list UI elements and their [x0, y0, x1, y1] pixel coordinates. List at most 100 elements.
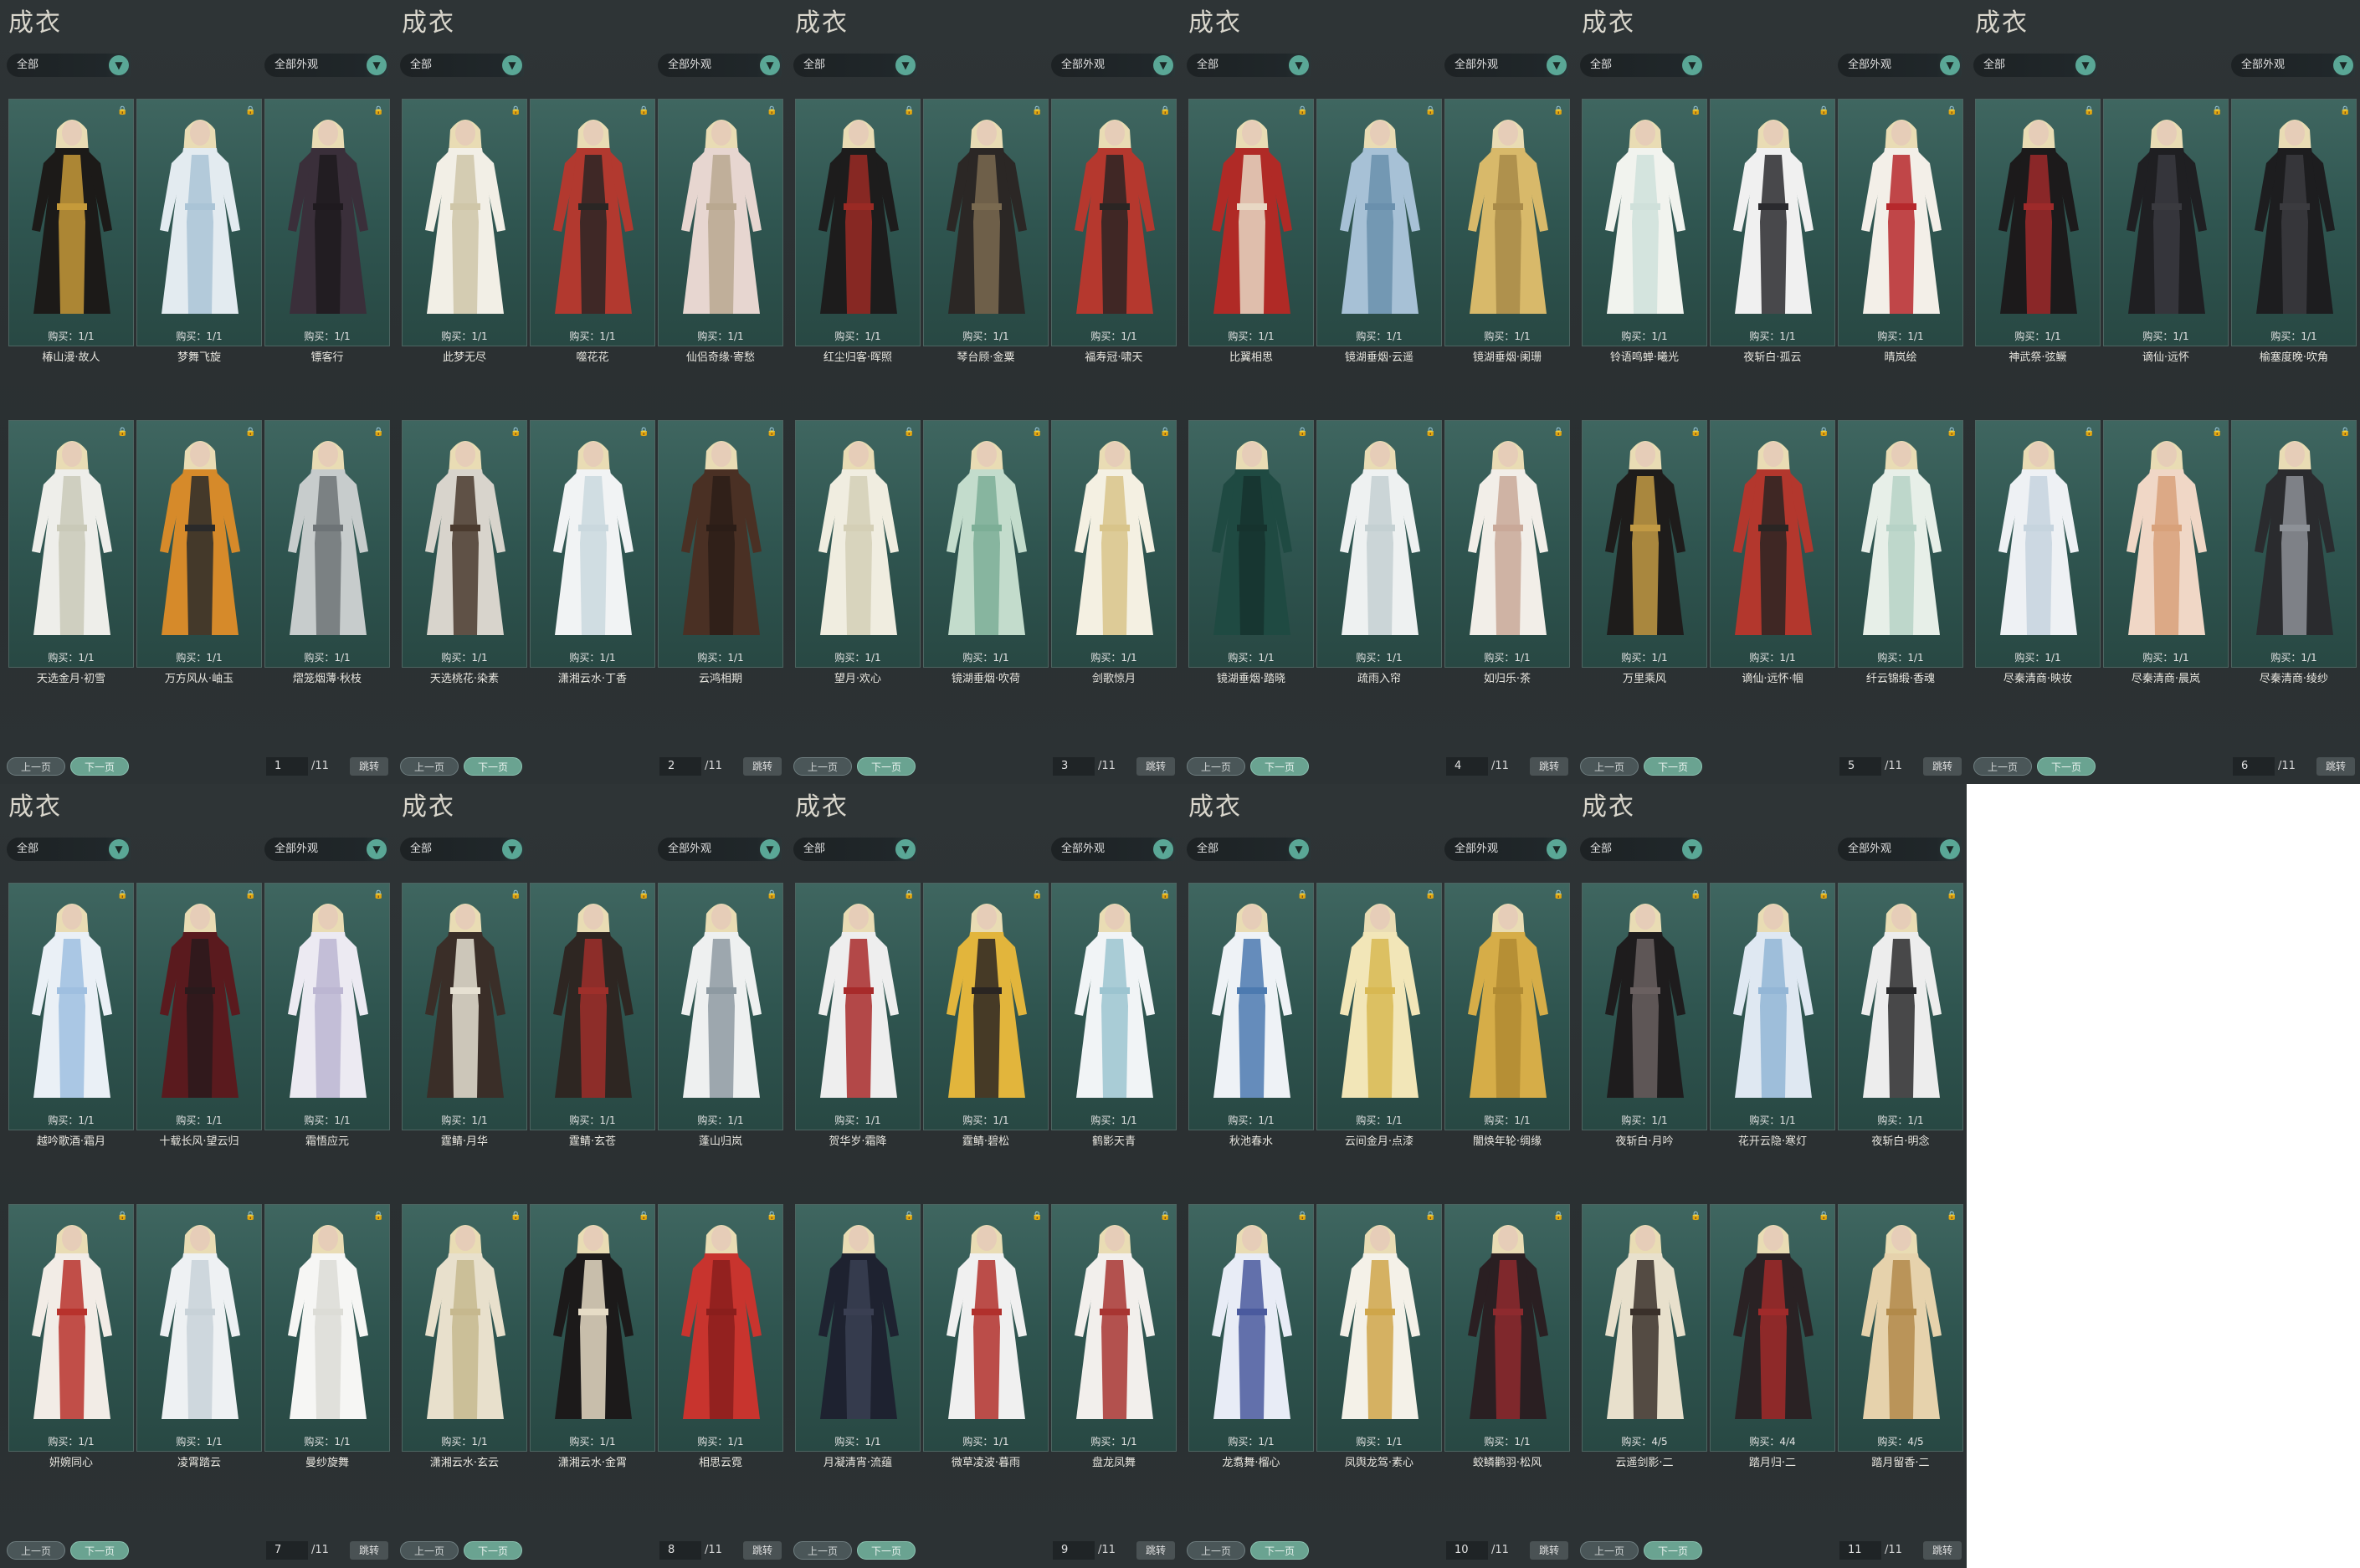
page-number-input[interactable]: 7	[266, 1541, 308, 1560]
chevron-down-icon[interactable]: ▼	[1682, 55, 1702, 75]
appearance-filter-dropdown[interactable]: 全部外观 ▼	[264, 838, 388, 861]
outfit-card[interactable]: 🔒 购买：1/1	[1710, 420, 1835, 668]
outfit-card[interactable]: 🔒 购买：1/1	[1975, 420, 2101, 668]
category-filter-dropdown[interactable]: 全部 ▼	[793, 838, 917, 861]
next-page-button[interactable]: 下一页	[70, 757, 129, 776]
chevron-down-icon[interactable]: ▼	[367, 839, 387, 859]
outfit-card[interactable]: 🔒 购买：1/1	[795, 883, 921, 1130]
jump-button[interactable]: 跳转	[1136, 1541, 1175, 1560]
outfit-card[interactable]: 🔒 购买：1/1	[136, 883, 262, 1130]
outfit-card[interactable]: 🔒 购买：1/1	[1582, 420, 1707, 668]
outfit-card[interactable]: 🔒 购买：1/1	[795, 420, 921, 668]
chevron-down-icon[interactable]: ▼	[760, 55, 780, 75]
page-number-input[interactable]: 6	[2233, 757, 2275, 776]
appearance-filter-dropdown[interactable]: 全部外观 ▼	[658, 54, 782, 77]
outfit-card[interactable]: 🔒 购买：1/1	[1188, 420, 1314, 668]
outfit-card[interactable]: 🔒 购买：1/1	[658, 1204, 783, 1452]
page-number-input[interactable]: 4	[1446, 757, 1488, 776]
category-filter-dropdown[interactable]: 全部 ▼	[400, 54, 524, 77]
chevron-down-icon[interactable]: ▼	[1940, 839, 1960, 859]
jump-button[interactable]: 跳转	[1530, 1541, 1568, 1560]
outfit-card[interactable]: 🔒 购买：1/1	[8, 1204, 134, 1452]
page-number-input[interactable]: 10	[1446, 1541, 1488, 1560]
outfit-card[interactable]: 🔒 购买：1/1	[1582, 99, 1707, 346]
prev-page-button[interactable]: 上一页	[400, 757, 459, 776]
page-number-input[interactable]: 5	[1839, 757, 1881, 776]
next-page-button[interactable]: 下一页	[1644, 757, 1702, 776]
next-page-button[interactable]: 下一页	[464, 757, 522, 776]
category-filter-dropdown[interactable]: 全部 ▼	[1187, 838, 1311, 861]
next-page-button[interactable]: 下一页	[857, 1541, 916, 1560]
outfit-card[interactable]: 🔒 购买：1/1	[8, 883, 134, 1130]
appearance-filter-dropdown[interactable]: 全部外观 ▼	[1444, 838, 1568, 861]
appearance-filter-dropdown[interactable]: 全部外观 ▼	[1444, 54, 1568, 77]
appearance-filter-dropdown[interactable]: 全部外观 ▼	[1838, 838, 1962, 861]
outfit-card[interactable]: 🔒 购买：1/1	[8, 420, 134, 668]
page-number-input[interactable]: 9	[1053, 1541, 1095, 1560]
outfit-card[interactable]: 🔒 购买：1/1	[658, 420, 783, 668]
outfit-card[interactable]: 🔒 购买：1/1	[264, 420, 390, 668]
next-page-button[interactable]: 下一页	[1250, 1541, 1309, 1560]
outfit-card[interactable]: 🔒 购买：1/1	[923, 99, 1049, 346]
page-number-input[interactable]: 8	[659, 1541, 701, 1560]
outfit-card[interactable]: 🔒 购买：1/1	[795, 99, 921, 346]
chevron-down-icon[interactable]: ▼	[1940, 55, 1960, 75]
appearance-filter-dropdown[interactable]: 全部外观 ▼	[1051, 838, 1175, 861]
prev-page-button[interactable]: 上一页	[1187, 757, 1245, 776]
outfit-card[interactable]: 🔒 购买：1/1	[8, 99, 134, 346]
appearance-filter-dropdown[interactable]: 全部外观 ▼	[1051, 54, 1175, 77]
chevron-down-icon[interactable]: ▼	[895, 839, 916, 859]
outfit-card[interactable]: 🔒 购买：1/1	[923, 420, 1049, 668]
outfit-card[interactable]: 🔒 购买：1/1	[264, 1204, 390, 1452]
jump-button[interactable]: 跳转	[1923, 757, 1962, 776]
category-filter-dropdown[interactable]: 全部 ▼	[1973, 54, 2097, 77]
chevron-down-icon[interactable]: ▼	[367, 55, 387, 75]
page-number-input[interactable]: 1	[266, 757, 308, 776]
outfit-card[interactable]: 🔒 购买：1/1	[2231, 99, 2357, 346]
outfit-card[interactable]: 🔒 购买：1/1	[402, 420, 527, 668]
outfit-card[interactable]: 🔒 购买：1/1	[264, 883, 390, 1130]
chevron-down-icon[interactable]: ▼	[109, 55, 129, 75]
outfit-card[interactable]: 🔒 购买：1/1	[1051, 883, 1177, 1130]
outfit-card[interactable]: 🔒 购买：1/1	[1188, 1204, 1314, 1452]
outfit-card[interactable]: 🔒 购买：1/1	[1051, 1204, 1177, 1452]
outfit-card[interactable]: 🔒 购买：1/1	[1444, 883, 1570, 1130]
outfit-card[interactable]: 🔒 购买：1/1	[795, 1204, 921, 1452]
outfit-card[interactable]: 🔒 购买：1/1	[658, 883, 783, 1130]
prev-page-button[interactable]: 上一页	[1580, 757, 1639, 776]
appearance-filter-dropdown[interactable]: 全部外观 ▼	[1838, 54, 1962, 77]
chevron-down-icon[interactable]: ▼	[1153, 839, 1173, 859]
outfit-card[interactable]: 🔒 购买：1/1	[1975, 99, 2101, 346]
category-filter-dropdown[interactable]: 全部 ▼	[400, 838, 524, 861]
category-filter-dropdown[interactable]: 全部 ▼	[7, 838, 131, 861]
category-filter-dropdown[interactable]: 全部 ▼	[1580, 838, 1704, 861]
jump-button[interactable]: 跳转	[743, 757, 782, 776]
outfit-card[interactable]: 🔒 购买：1/1	[923, 883, 1049, 1130]
outfit-card[interactable]: 🔒 购买：1/1	[2103, 420, 2229, 668]
outfit-card[interactable]: 🔒 购买：1/1	[658, 99, 783, 346]
outfit-card[interactable]: 🔒 购买：1/1	[136, 420, 262, 668]
outfit-card[interactable]: 🔒 购买：1/1	[136, 99, 262, 346]
outfit-card[interactable]: 🔒 购买：1/1	[402, 883, 527, 1130]
outfit-card[interactable]: 🔒 购买：1/1	[136, 1204, 262, 1452]
page-number-input[interactable]: 3	[1053, 757, 1095, 776]
prev-page-button[interactable]: 上一页	[7, 757, 65, 776]
outfit-card[interactable]: 🔒 购买：4/5	[1838, 1204, 1963, 1452]
outfit-card[interactable]: 🔒 购买：1/1	[530, 99, 655, 346]
appearance-filter-dropdown[interactable]: 全部外观 ▼	[658, 838, 782, 861]
outfit-card[interactable]: 🔒 购买：1/1	[1710, 883, 1835, 1130]
outfit-card[interactable]: 🔒 购买：1/1	[1710, 99, 1835, 346]
outfit-card[interactable]: 🔒 购买：4/5	[1582, 1204, 1707, 1452]
jump-button[interactable]: 跳转	[743, 1541, 782, 1560]
outfit-card[interactable]: 🔒 购买：1/1	[1316, 1204, 1442, 1452]
jump-button[interactable]: 跳转	[1923, 1541, 1962, 1560]
outfit-card[interactable]: 🔒 购买：1/1	[530, 420, 655, 668]
next-page-button[interactable]: 下一页	[857, 757, 916, 776]
next-page-button[interactable]: 下一页	[1250, 757, 1309, 776]
outfit-card[interactable]: 🔒 购买：1/1	[1838, 99, 1963, 346]
chevron-down-icon[interactable]: ▼	[1289, 839, 1309, 859]
outfit-card[interactable]: 🔒 购买：1/1	[1051, 99, 1177, 346]
outfit-card[interactable]: 🔒 购买：1/1	[1051, 420, 1177, 668]
outfit-card[interactable]: 🔒 购买：1/1	[1838, 420, 1963, 668]
outfit-card[interactable]: 🔒 购买：1/1	[402, 99, 527, 346]
